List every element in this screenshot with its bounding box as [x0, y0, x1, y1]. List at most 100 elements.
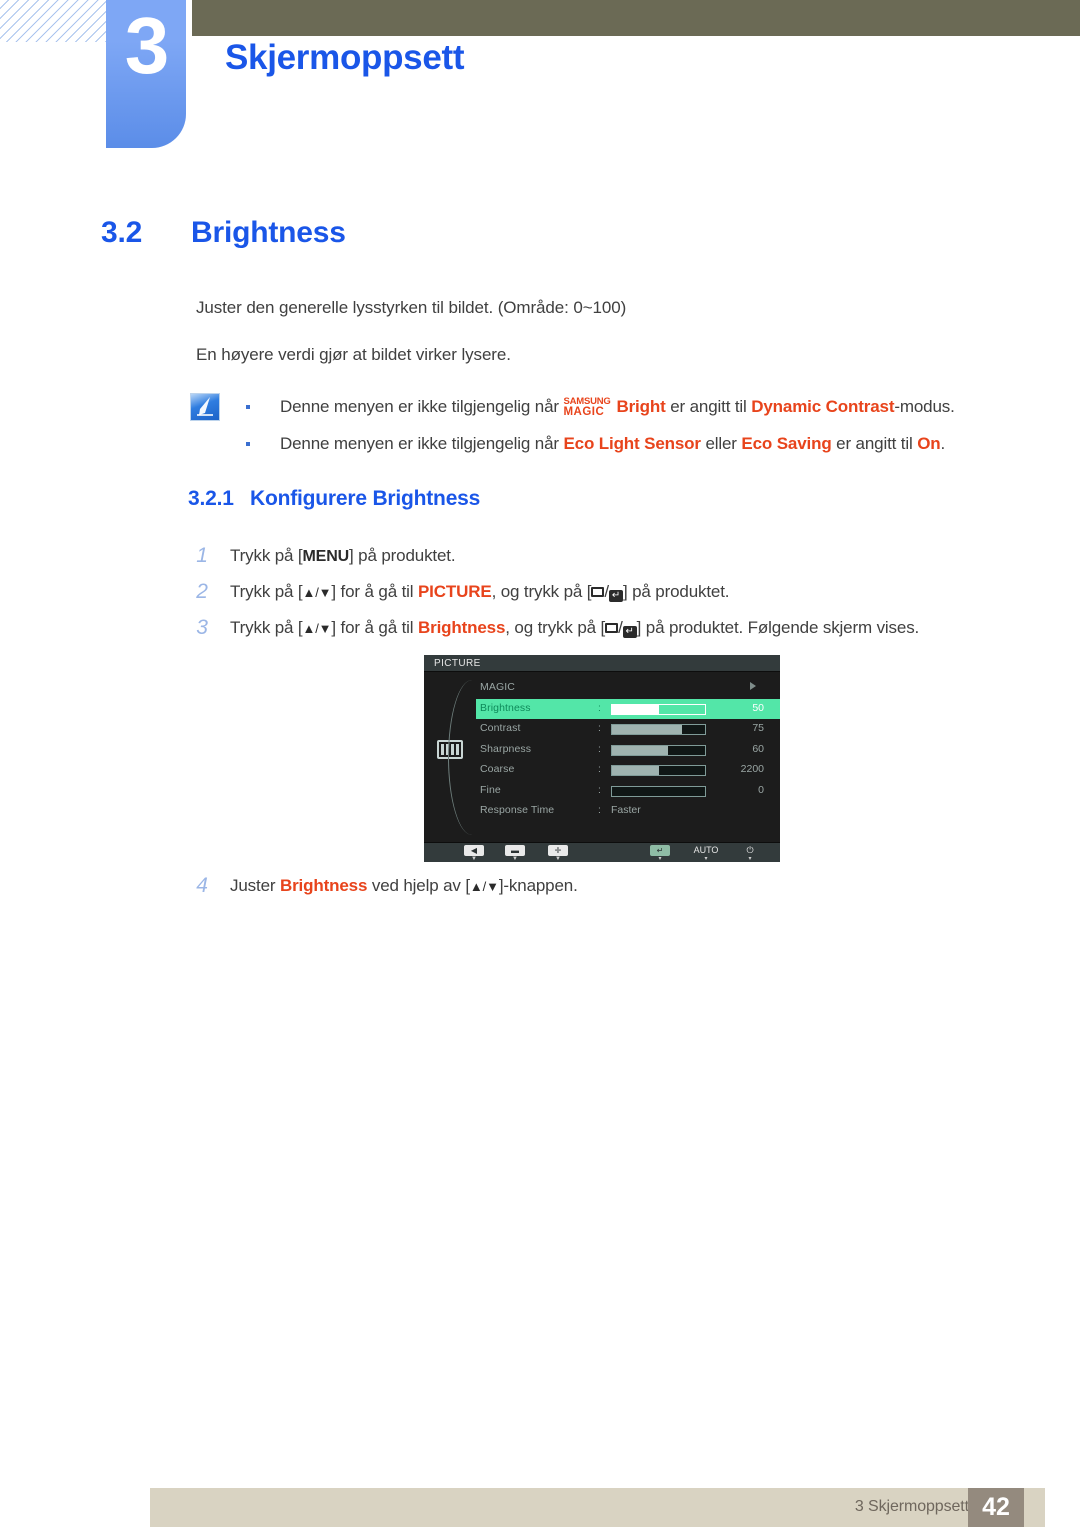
step-text-d: ] på produktet. Følgende skjerm vises.	[636, 618, 920, 637]
step-number: 3	[196, 616, 208, 639]
back-arrow-icon: ◀	[464, 845, 484, 856]
osd-enter-button[interactable]: ↵ ▾	[646, 845, 674, 862]
osd-slider-track[interactable]	[611, 785, 706, 797]
osd-row-label: Brightness	[480, 701, 531, 714]
osd-row-colon: :	[598, 701, 601, 714]
step-3: 3 Trykk på [▲/▼] for å gå til Brightness,…	[192, 610, 1012, 646]
note-text-pre: Denne menyen er ikke tilgjengelig når	[280, 434, 564, 453]
chapter-title: Skjermoppsett	[225, 38, 465, 77]
header-band	[192, 0, 1080, 36]
osd-row-value: Faster	[611, 804, 641, 816]
osd-power-button[interactable]: ⏻ ▾	[736, 845, 764, 862]
osd-slider-fill	[612, 745, 668, 755]
chapter-badge: 3	[106, 0, 186, 148]
osd-title-label: PICTURE	[434, 658, 481, 669]
osd-titlebar: PICTURE	[424, 655, 780, 672]
bullet-dot	[246, 442, 250, 446]
menu-key-label: MENU	[302, 548, 350, 565]
plus-icon: ✛	[548, 845, 568, 856]
osd-row-contrast[interactable]: Contrast : 75	[476, 719, 780, 740]
osd-back-button[interactable]: ◀ ▼	[460, 845, 488, 862]
subsection-number: 3.2.1	[188, 487, 234, 510]
osd-row-label: Response Time	[480, 804, 555, 816]
osd-row-colon: :	[598, 783, 601, 796]
step-text-a: Trykk på [	[230, 582, 303, 601]
up-down-arrow-icon: ▲/▼	[302, 621, 332, 636]
osd-btn-caret: ▾	[704, 856, 708, 862]
section-heading: 3.2 Brightness	[101, 216, 346, 250]
step-text-b: ] for å gå til	[331, 582, 418, 601]
section-title: Brightness	[191, 216, 346, 249]
up-down-arrow-icon: ▲/▼	[302, 585, 332, 600]
osd-row-label: MAGIC	[480, 681, 515, 693]
enter-key-icon: ↵	[608, 590, 623, 602]
osd-left-column	[424, 672, 476, 842]
step-number: 1	[196, 544, 208, 567]
osd-row-magic[interactable]: MAGIC	[476, 678, 780, 699]
bright-keyword: Bright	[616, 397, 666, 416]
osd-row-response-time[interactable]: Response Time : Faster	[476, 801, 780, 822]
osd-minus-button[interactable]: ▬ ▼	[501, 845, 529, 862]
osd-btn-caret: ▼	[555, 856, 561, 862]
note-item: Denne menyen er ikke tilgjengelig når SA…	[240, 388, 1000, 425]
osd-btn-caret: ▼	[512, 856, 518, 862]
osd-slider-track[interactable]	[611, 703, 706, 715]
steps-list: 1 Trykk på [MENU] på produktet. 2 Trykk på…	[192, 538, 1012, 646]
note-text-mid: er angitt til	[665, 397, 752, 416]
osd-slider-track[interactable]	[611, 765, 706, 776]
note-text-post: .	[940, 434, 946, 453]
osd-row-coarse[interactable]: Coarse : 2200	[476, 760, 780, 781]
step-text-c: , og trykk på [	[491, 582, 592, 601]
osd-btn-caret: ▼	[471, 856, 477, 862]
picture-keyword: PICTURE	[417, 582, 492, 601]
auto-label: AUTO	[693, 845, 719, 855]
step-2: 2 Trykk på [▲/▼] for å gå til PICTURE, og…	[192, 574, 1012, 610]
magic-bottom: MAGIC	[563, 406, 605, 418]
source-box-icon	[591, 587, 605, 597]
osd-row-colon: :	[598, 763, 601, 775]
slash: /	[618, 618, 623, 637]
step-text-a: Trykk på [	[230, 546, 303, 565]
subsection-title: Konfigurere Brightness	[250, 487, 481, 510]
osd-slider-track[interactable]	[611, 724, 706, 735]
step-text-b: ] for å gå til	[331, 618, 418, 637]
note-text-mid-2: er angitt til	[831, 434, 918, 453]
eco-saving-keyword: Eco Saving	[741, 434, 832, 453]
osd-row-value: 60	[752, 742, 764, 755]
note-list: Denne menyen er ikke tilgjengelig når SA…	[240, 388, 1000, 462]
step-text-c: , og trykk på [	[505, 618, 606, 637]
osd-row-value: 0	[758, 783, 764, 796]
step-number: 2	[196, 580, 208, 603]
osd-slider-track[interactable]	[611, 744, 706, 756]
osd-slider-fill	[612, 704, 659, 714]
step-text-b: ved hjelp av [	[367, 876, 470, 895]
osd-auto-button[interactable]: AUTO ▾	[686, 845, 726, 862]
osd-row-colon: :	[598, 742, 601, 755]
power-icon: ⏻	[746, 845, 754, 855]
step-text-a: Juster	[230, 876, 280, 895]
on-keyword: On	[917, 434, 941, 453]
chapter-number: 3	[124, 1, 170, 90]
page-number: 42	[968, 1488, 1024, 1527]
osd-row-sharpness[interactable]: Sharpness : 60	[476, 740, 780, 761]
samsung-magic-label: SAMSUNG MAGIC	[563, 397, 615, 418]
osd-row-label: Sharpness	[480, 742, 532, 755]
osd-footer-bar: ◀ ▼ ▬ ▼ ✛ ▼ ↵ ▾ AUTO ▾ ⏻ ▾	[424, 842, 780, 862]
note-text-mid: eller	[700, 434, 742, 453]
intro-line-2: En høyere verdi gjør at bildet virker ly…	[196, 345, 511, 364]
note-pencil-icon	[190, 393, 220, 421]
step-text-c: ]-knappen.	[498, 876, 578, 895]
note-text-pre: Denne menyen er ikke tilgjengelig når	[280, 397, 564, 416]
osd-row-value: 75	[752, 722, 764, 734]
osd-row-brightness[interactable]: Brightness : 50	[476, 698, 780, 719]
bullet-dot	[246, 405, 250, 409]
osd-row-fine[interactable]: Fine : 0	[476, 781, 780, 802]
step-text-a: Trykk på [	[230, 618, 303, 637]
submenu-arrow-icon	[750, 682, 756, 690]
step-number: 4	[196, 874, 208, 897]
step-text-b: ] på produktet.	[349, 546, 456, 565]
osd-body: MAGIC Brightness : 50 Contrast : 75 Shar…	[424, 672, 780, 842]
osd-plus-button[interactable]: ✛ ▼	[544, 845, 572, 862]
footer-band: 3 Skjermoppsett	[150, 1488, 1045, 1527]
page: 3 Skjermoppsett 3.2 Brightness Juster den…	[0, 0, 1080, 1527]
